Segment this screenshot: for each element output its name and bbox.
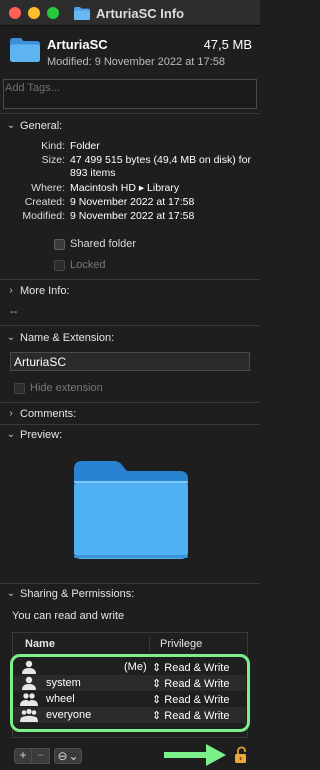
table-row[interactable]: system ⇕ Read & Write (14, 675, 246, 691)
window-title: ArturiaSC Info (74, 4, 184, 22)
divider (0, 113, 260, 114)
chevron-right-icon: › (9, 285, 13, 296)
divider (0, 279, 260, 280)
file-size: 47,5 MB (203, 37, 252, 52)
name-input[interactable] (11, 353, 249, 371)
kind-key: Kind: (41, 140, 65, 152)
minimize-button[interactable] (28, 7, 40, 19)
divider (0, 583, 260, 584)
chevron-down-icon: ⌄ (6, 588, 16, 599)
window-title-text: ArturiaSC Info (96, 5, 185, 21)
folder-icon (10, 38, 40, 62)
privilege-popup[interactable]: ⇕ Read & Write (152, 661, 229, 674)
kind-value: Folder (70, 140, 100, 152)
info-header: ArturiaSC 47,5 MB Modified: 9 November 2… (0, 26, 260, 78)
privilege-popup[interactable]: ⇕ Read & Write (152, 677, 229, 690)
chevron-right-icon: › (9, 408, 13, 419)
everyone-icon (20, 708, 38, 722)
arrow-annotation-icon (164, 744, 226, 766)
add-user-button[interactable]: + (14, 748, 32, 764)
divider (0, 402, 260, 403)
section-sharing-label: Sharing & Permissions: (20, 588, 135, 600)
file-modified: Modified: 9 November 2022 at 17:58 (47, 56, 225, 68)
column-header-privilege[interactable]: Privilege (160, 638, 202, 650)
shared-folder-label: Shared folder (70, 238, 137, 250)
created-key: Created: (24, 196, 65, 208)
user-name: everyone (46, 709, 92, 721)
folder-preview-icon (74, 461, 188, 559)
name-field[interactable] (10, 352, 250, 371)
user-name: system (46, 677, 81, 689)
section-sharing-permissions[interactable]: ⌄ Sharing & Permissions: (6, 586, 135, 602)
checkbox-box[interactable] (14, 382, 25, 394)
group-icon (20, 693, 38, 706)
tags-field[interactable] (3, 79, 257, 109)
more-info-value: -- (10, 306, 18, 318)
lock-icon[interactable] (234, 746, 248, 764)
checkbox-box[interactable] (54, 238, 65, 250)
user-name: wheel (46, 693, 75, 705)
modified-value: 9 November 2022 at 17:58 (70, 210, 195, 222)
chevron-down-icon: ⌄ (6, 120, 16, 131)
column-header-name[interactable]: Name (25, 638, 55, 650)
user-icon (22, 676, 36, 690)
table-row[interactable]: wheel ⇕ Read & Write (14, 691, 246, 707)
hide-extension-label: Hide extension (30, 382, 103, 394)
tags-input[interactable] (4, 80, 256, 96)
size-key: Size: (41, 154, 65, 166)
section-comments-label: Comments: (20, 408, 77, 420)
hide-extension-checkbox[interactable]: Hide extension (14, 381, 103, 395)
user-icon (22, 660, 36, 674)
locked-label: Locked (70, 259, 106, 271)
section-more-info[interactable]: › More Info: (6, 283, 70, 299)
modified-key: Modified: (22, 210, 65, 222)
file-name: ArturiaSC (47, 37, 108, 52)
chevron-down-icon: ⌄ (6, 332, 16, 343)
checkbox-box[interactable] (54, 259, 65, 271)
table-row[interactable]: (Me) ⇕ Read & Write (14, 659, 246, 675)
where-key: Where: (31, 182, 65, 194)
divider (0, 424, 260, 425)
user-me-label: (Me) (124, 661, 147, 673)
section-general[interactable]: ⌄ General: (6, 118, 62, 134)
remove-user-button[interactable]: − (32, 748, 50, 764)
divider (0, 325, 260, 326)
action-menu-button[interactable]: ⊖ ⌄ (54, 748, 82, 764)
column-separator (149, 637, 150, 651)
folder-icon (74, 6, 90, 20)
title-bar: ArturiaSC Info (0, 0, 260, 26)
section-general-label: General: (20, 120, 63, 132)
section-preview-label: Preview: (20, 429, 63, 441)
chevron-down-icon: ⌄ (6, 429, 16, 440)
section-name-extension-label: Name & Extension: (20, 332, 115, 344)
section-name-extension[interactable]: ⌄ Name & Extension: (6, 330, 114, 346)
chevron-down-icon: ⌄ (68, 748, 79, 763)
section-preview[interactable]: ⌄ Preview: (6, 427, 62, 443)
where-value: Macintosh HD ▸ Library (70, 182, 180, 194)
permission-summary: You can read and write (12, 610, 125, 622)
close-button[interactable] (9, 7, 21, 19)
privilege-popup[interactable]: ⇕ Read & Write (152, 693, 229, 706)
created-value: 9 November 2022 at 17:58 (70, 196, 195, 208)
permissions-table-header: Name Privilege (13, 633, 247, 655)
locked-checkbox[interactable]: Locked (54, 258, 105, 272)
shared-folder-checkbox[interactable]: Shared folder (54, 237, 136, 251)
size-value: 47 499 515 bytes (49,4 MB on disk) for 8… (70, 154, 251, 179)
section-more-info-label: More Info: (20, 285, 70, 297)
action-icon: ⊖ (57, 748, 68, 763)
section-comments[interactable]: › Comments: (6, 406, 76, 422)
zoom-button[interactable] (47, 7, 59, 19)
permissions-toolbar: + − ⊖ ⌄ (14, 748, 82, 764)
permissions-table: Name Privilege (Me) ⇕ Read & Write syste… (12, 632, 248, 738)
privilege-popup[interactable]: ⇕ Read & Write (152, 709, 229, 722)
table-row[interactable]: everyone ⇕ Read & Write (14, 707, 246, 723)
